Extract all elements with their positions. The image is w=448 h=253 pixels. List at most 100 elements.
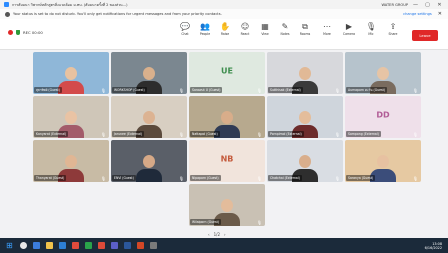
toolbar-camera-button[interactable]: ▶ Camera <box>340 22 358 36</box>
mail-icon[interactable] <box>71 242 79 249</box>
participant-name: Kanyarat (External) <box>34 131 69 137</box>
windows-taskbar: ⊞ 13:08 6/16/2022 <box>0 238 448 253</box>
toolbar-button-label: Chat <box>181 32 189 36</box>
recording-label: REC 00:00 <box>23 30 43 35</box>
settings-icon[interactable] <box>149 242 157 249</box>
word-icon[interactable] <box>123 242 131 249</box>
toolbar-chat-button[interactable]: 💬 Chat <box>176 22 194 36</box>
mic-icon: 🎙 <box>334 88 340 93</box>
account-name[interactable]: WATER GROUP <box>381 3 408 7</box>
participant-tile[interactable]: Sutthisak (External) 🎙 <box>267 52 343 94</box>
participant-tile[interactable]: Nattapol (Guest) 🎙 <box>189 96 265 138</box>
mic-icon: 🎙 <box>334 132 340 137</box>
mic-icon: 🎙 <box>256 176 262 181</box>
system-clock: 13:08 6/16/2022 <box>425 242 442 250</box>
teams-icon[interactable] <box>110 242 118 249</box>
participant-tile[interactable]: Thanyarat (Guest) 🎙 <box>33 140 109 182</box>
powerpoint-icon[interactable] <box>136 242 144 249</box>
recording-indicator: REC 00:00 <box>8 30 43 35</box>
chat-icon: 💬 <box>180 22 190 31</box>
people-icon: 👥 <box>200 22 210 31</box>
participant-name: Sompong (External) <box>346 131 381 137</box>
toolbar-react-button[interactable]: ☺ React <box>236 22 254 36</box>
do-not-disturb-icon <box>5 11 10 17</box>
clock-date: 6/16/2022 <box>424 245 442 250</box>
participant-tile[interactable]: Wilaiporn (Guest) 🎙 <box>189 184 265 226</box>
recording-dot-icon <box>8 30 13 35</box>
avatar-initials: DD <box>376 110 390 120</box>
participant-tile[interactable]: Jarunee (External) 🎙 <box>111 96 187 138</box>
toolbar-button-label: Mic <box>368 32 374 36</box>
toolbar-button-label: Share <box>388 32 398 36</box>
prev-page-button[interactable]: ‹ <box>208 232 210 237</box>
toolbar-button-label: Raise <box>220 32 230 36</box>
change-settings-link[interactable]: change settings <box>403 12 432 16</box>
gallery-pager: ‹ 1/2 › <box>208 232 226 237</box>
toolbar-button-label: Camera <box>342 32 356 36</box>
toolbar-raise-button[interactable]: ✋ Raise <box>216 22 234 36</box>
participant-tile[interactable]: Kanyarat (External) 🎙 <box>33 96 109 138</box>
mic-icon: 🎙 <box>100 176 106 181</box>
participant-tile[interactable]: WORKSHOP (Guest) 🎙 <box>111 52 187 94</box>
participant-tile[interactable]: UE Sarawut U (Guest) 🎙 <box>189 52 265 94</box>
toolbar-rooms-button[interactable]: ⧉ Rooms <box>296 22 314 36</box>
participant-name: Pornpimol (External) <box>268 131 304 137</box>
participant-name: Sarawut U (Guest) <box>190 87 223 93</box>
participant-tile[interactable]: สุธาทิพย์ (Guest) 🎙 <box>33 52 109 94</box>
toolbar-more-button[interactable]: ⋯ More <box>318 22 336 36</box>
search-icon[interactable] <box>19 242 27 249</box>
raise-hand-icon: ✋ <box>220 22 230 31</box>
task-view-icon[interactable] <box>32 242 40 249</box>
dismiss-notice-button[interactable]: ✕ <box>438 11 442 17</box>
toolbar-notes-button[interactable]: ✎ Notes <box>276 22 294 36</box>
avatar-initials: UE <box>221 66 233 76</box>
mic-icon: 🎙 <box>365 22 377 31</box>
toolbar-button-label: React <box>240 32 250 36</box>
mic-icon: 🎙 <box>256 132 262 137</box>
window-title: การสัมมนา วิพากษ์หลักสูตรสิ่งแวดล้อม ม.ท… <box>12 2 128 7</box>
participant-name: WORKSHOP (Guest) <box>112 87 147 93</box>
shield-icon <box>16 30 20 35</box>
mic-icon: 🎙 <box>178 132 184 137</box>
video-gallery: สุธาทิพย์ (Guest) 🎙 WORKSHOP (Guest) 🎙 UE Sar… <box>0 50 448 238</box>
meeting-toolbar: REC 00:00 💬 Chat 👥 People ✋ Raise ☺ React ▦ View ✎… <box>0 19 448 50</box>
close-window-button[interactable]: ✕ <box>435 2 444 8</box>
mic-icon: 🎙 <box>256 220 262 225</box>
start-button[interactable]: ⊞ <box>6 241 13 250</box>
teams-app-icon <box>4 2 9 7</box>
file-explorer-icon[interactable] <box>45 242 53 249</box>
participant-tile[interactable]: Chatchai (External) 🎙 <box>267 140 343 182</box>
participant-tile[interactable]: Aumaporn ตะวัน (Guest) 🎙 <box>345 52 421 94</box>
mic-icon: 🎙 <box>412 176 418 181</box>
participant-tile[interactable]: Saranya (Guest) 🎙 <box>345 140 421 182</box>
mic-icon: 🎙 <box>334 176 340 181</box>
participant-name: สุธาทิพย์ (Guest) <box>34 87 62 93</box>
participant-name: ENVI (Guest) <box>112 175 136 181</box>
leave-button[interactable]: Leave <box>412 30 438 41</box>
toolbar-people-button[interactable]: 👥 People <box>196 22 214 36</box>
chrome-icon[interactable] <box>97 242 105 249</box>
toolbar-view-button[interactable]: ▦ View <box>256 22 274 36</box>
edge-browser-icon[interactable] <box>58 242 66 249</box>
next-page-button[interactable]: › <box>224 232 226 237</box>
rooms-icon: ⧉ <box>302 22 308 31</box>
toolbar-mic-button[interactable]: 🎙 Mic <box>362 22 380 36</box>
mic-icon: 🎙 <box>412 132 418 137</box>
participant-tile[interactable]: ENVI (Guest) 🎙 <box>111 140 187 182</box>
toolbar-share-button[interactable]: ⇪ Share <box>384 22 402 36</box>
toolbar-button-label: People <box>199 32 211 36</box>
maximize-button[interactable]: ▢ <box>423 2 432 8</box>
excel-icon[interactable] <box>84 242 92 249</box>
toolbar-button-label: Notes <box>280 32 290 36</box>
participant-name: Aumaporn ตะวัน (Guest) <box>346 87 388 93</box>
participant-tile[interactable]: NB Nipaporn (Guest) 🎙 <box>189 140 265 182</box>
participant-tile[interactable]: DD Sompong (External) 🎙 <box>345 96 421 138</box>
minimize-button[interactable]: — <box>411 2 420 8</box>
mic-icon: 🎙 <box>100 88 106 93</box>
avatar-initials: NB <box>220 154 234 164</box>
mic-icon: 🎙 <box>412 88 418 93</box>
participant-video-person <box>136 152 162 182</box>
participant-name: Jarunee (External) <box>112 131 145 137</box>
view-icon: ▦ <box>261 22 269 31</box>
participant-tile[interactable]: Pornpimol (External) 🎙 <box>267 96 343 138</box>
